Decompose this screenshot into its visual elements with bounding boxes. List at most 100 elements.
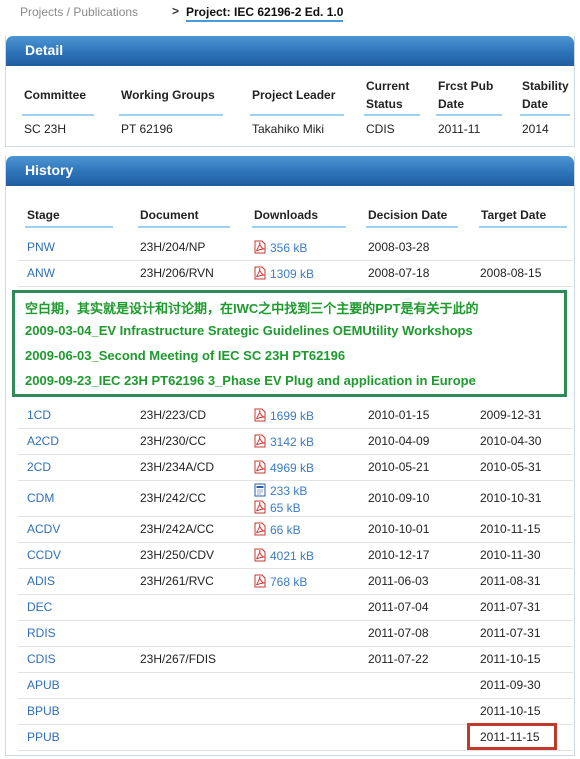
stage-link[interactable]: A2CD <box>27 434 59 448</box>
target-date: 2010-04-30 <box>480 434 542 448</box>
header-stability-date: Stability Date <box>522 77 569 113</box>
download-link[interactable]: 1309 kB <box>254 266 314 281</box>
download-size: 1309 kB <box>270 267 315 281</box>
download-link[interactable]: 4021 kB <box>254 548 314 563</box>
header-downloads: Downloads <box>254 208 319 222</box>
document-ref: 23H/230/CC <box>140 434 207 448</box>
download-size: 3142 kB <box>270 435 315 449</box>
stage-link[interactable]: ADIS <box>27 574 55 588</box>
target-date: 2011-07-31 <box>480 600 541 614</box>
row-divider <box>18 428 573 429</box>
header-underline <box>364 114 420 116</box>
decision-date: 2010-10-01 <box>368 522 430 536</box>
download-link[interactable]: 768 kB <box>254 574 307 589</box>
document-ref: 23H/242A/CC <box>140 522 215 536</box>
stage-link[interactable]: PNW <box>27 240 55 254</box>
pdf-icon <box>254 460 266 474</box>
target-date: 2009-12-31 <box>480 408 542 422</box>
row-divider <box>18 646 573 647</box>
download-size: 4021 kB <box>270 549 315 563</box>
target-date: 2010-05-31 <box>480 460 542 474</box>
breadcrumb-projects-link[interactable]: Projects / Publications <box>20 5 138 19</box>
download-link[interactable]: 233 kB <box>254 483 307 498</box>
download-link[interactable]: 65 kB <box>254 500 301 515</box>
stage-link[interactable]: ACDV <box>27 522 60 536</box>
header-underline <box>22 114 94 116</box>
header-document: Document <box>140 208 199 222</box>
target-date: 2011-07-31 <box>480 626 541 640</box>
row-divider <box>18 454 573 455</box>
stage-link[interactable]: CDM <box>27 491 54 505</box>
decision-date: 2011-06-03 <box>368 574 429 588</box>
stage-link[interactable]: 1CD <box>27 408 51 422</box>
download-size: 1699 kB <box>270 409 315 423</box>
annotation-line-1: 空白期，其实就是设计和讨论期，在IWC之中找到三个主要的PPT是有关于此的 <box>25 301 479 316</box>
document-ref: 23H/250/CDV <box>140 548 215 562</box>
header-underline <box>138 226 230 228</box>
stage-link[interactable]: ANW <box>27 266 55 280</box>
annotation-line-4: 2009-09-23_IEC 23H PT62196 3_Phase EV Pl… <box>25 373 476 388</box>
breadcrumb-current: Project: IEC 62196-2 Ed. 1.0 <box>186 5 344 22</box>
download-size: 768 kB <box>270 575 308 589</box>
document-ref: 23H/242/CC <box>140 491 207 505</box>
header-underline <box>479 226 567 228</box>
row-divider <box>18 620 573 621</box>
target-date: 2008-08-15 <box>480 266 542 280</box>
stage-link[interactable]: DEC <box>27 600 52 614</box>
header-underline <box>250 114 344 116</box>
download-size: 233 kB <box>270 484 308 498</box>
document-ref: 23H/204/NP <box>140 240 206 254</box>
annotation-line-3: 2009-06-03_Second Meeting of IEC SC 23H … <box>25 348 346 363</box>
row-divider <box>18 672 573 673</box>
row-divider <box>18 480 573 481</box>
row-divider <box>18 260 573 261</box>
header-underline <box>252 226 346 228</box>
detail-header: Detail <box>6 36 574 66</box>
stage-link[interactable]: BPUB <box>27 704 60 718</box>
header-frcst-pub-line1: Frcst Pub <box>438 79 494 93</box>
download-size: 4969 kB <box>270 461 315 475</box>
header-working-groups: Working Groups <box>121 88 215 102</box>
download-link[interactable]: 66 kB <box>254 522 301 537</box>
value-committee: SC 23H <box>24 122 67 136</box>
header-current-status-line1: Current <box>366 79 410 93</box>
document-ref: 23H/206/RVN <box>140 266 214 280</box>
download-link[interactable]: 356 kB <box>254 240 307 255</box>
download-link[interactable]: 1699 kB <box>254 408 314 423</box>
row-divider <box>18 750 573 751</box>
row-divider <box>18 542 573 543</box>
target-date: 2011-08-31 <box>480 574 541 588</box>
stage-link[interactable]: RDIS <box>27 626 56 640</box>
decision-date: 2010-09-10 <box>368 491 430 505</box>
doc-icon <box>254 483 266 497</box>
row-divider <box>18 594 573 595</box>
header-stage: Stage <box>27 208 60 222</box>
history-header: History <box>6 156 574 186</box>
header-committee: Committee <box>24 88 87 102</box>
download-link[interactable]: 4969 kB <box>254 460 314 475</box>
breadcrumb-separator: > <box>172 4 180 18</box>
download-size: 65 kB <box>270 501 301 515</box>
row-divider <box>18 698 573 699</box>
document-ref: 23H/223/CD <box>140 408 207 422</box>
download-size: 66 kB <box>270 523 301 537</box>
pdf-icon <box>254 500 266 514</box>
decision-date: 2010-05-21 <box>368 460 430 474</box>
stage-link[interactable]: 2CD <box>27 460 51 474</box>
document-ref: 23H/234A/CD <box>140 460 215 474</box>
target-date: 2010-11-15 <box>480 522 541 536</box>
stage-link[interactable]: CCDV <box>27 548 61 562</box>
value-working-groups: PT 62196 <box>121 122 173 136</box>
pdf-icon <box>254 408 266 422</box>
decision-date: 2010-01-15 <box>368 408 430 422</box>
pdf-icon <box>254 434 266 448</box>
stage-link[interactable]: APUB <box>27 678 60 692</box>
decision-date: 2008-03-28 <box>368 240 430 254</box>
download-link[interactable]: 3142 kB <box>254 434 314 449</box>
decision-date: 2011-07-08 <box>368 626 429 640</box>
target-date: 2010-10-31 <box>480 491 542 505</box>
pdf-icon <box>254 574 266 588</box>
stage-link[interactable]: CDIS <box>27 652 56 666</box>
stage-link[interactable]: PPUB <box>27 730 60 744</box>
annotation-box: 空白期，其实就是设计和讨论期，在IWC之中找到三个主要的PPT是有关于此的 20… <box>12 290 567 397</box>
